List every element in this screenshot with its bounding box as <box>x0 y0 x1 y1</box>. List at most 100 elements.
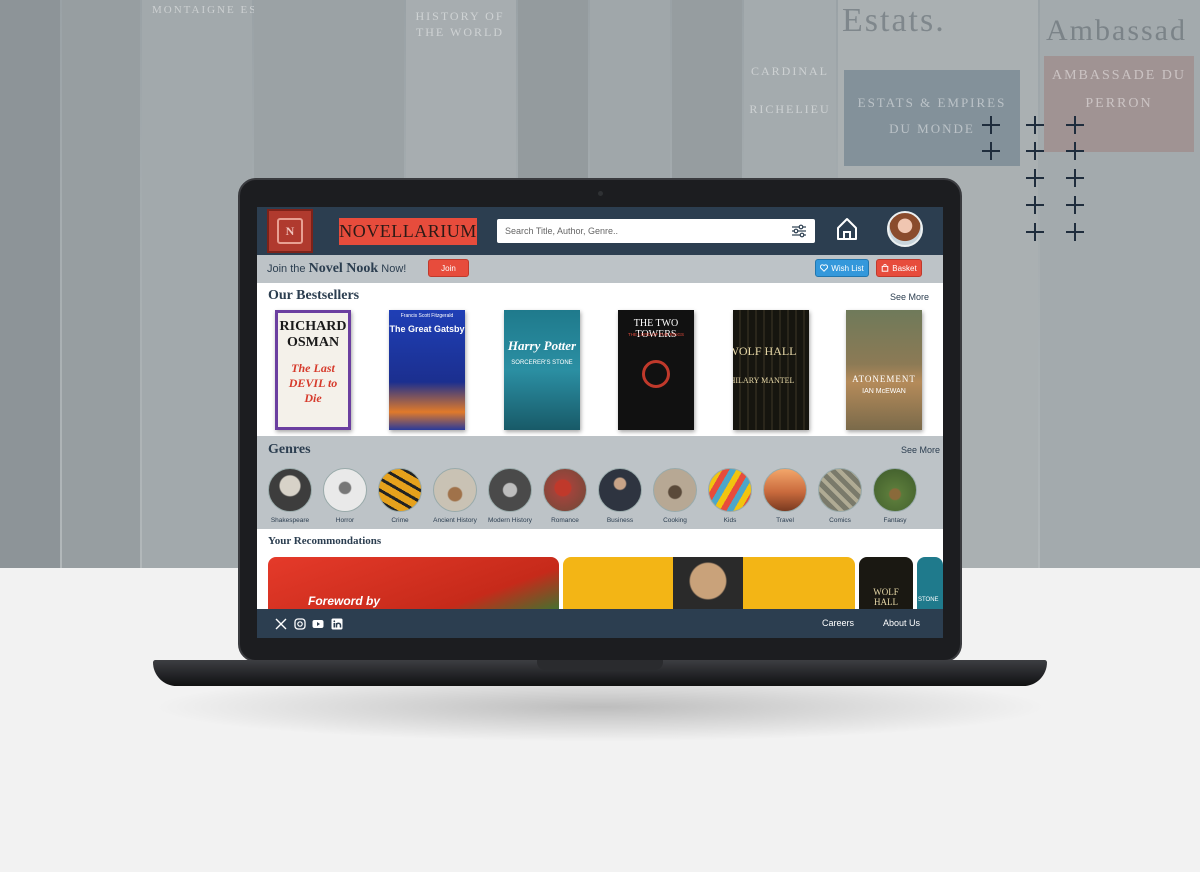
genre-item-crime[interactable]: Crime <box>377 468 423 524</box>
youtube-icon[interactable] <box>312 618 324 630</box>
plus-icon <box>1026 142 1044 160</box>
book-title: RICHARD OSMAN <box>279 319 347 350</box>
book-spine <box>62 0 140 568</box>
book-cover[interactable]: ATONEMENT IAN McEWAN <box>846 310 922 430</box>
plus-icon <box>982 116 1000 134</box>
genre-item-fantasy[interactable]: Fantasy <box>872 468 918 524</box>
recommendation-card[interactable] <box>563 557 855 617</box>
join-bar: Join the Novel Nook Now! Join Wish List … <box>257 255 943 283</box>
bestsellers-section: Our Bestsellers See More RICHARD OSMAN T… <box>257 283 943 436</box>
logo-mark: N <box>277 218 303 244</box>
genre-item-ancient-history[interactable]: Ancient History <box>432 468 478 524</box>
book-spine: Ambassad AMBASSADE DU PERRON <box>1040 0 1200 568</box>
book-cover[interactable]: RICHARD OSMAN The Last DEVIL to Die <box>275 310 351 430</box>
genre-label: Modern History <box>487 517 533 524</box>
brand-logo[interactable]: NOVELLARIUM <box>339 218 477 245</box>
basket-button[interactable]: Basket <box>876 259 922 277</box>
basket-label: Basket <box>892 263 917 273</box>
plus-icon <box>1066 223 1084 241</box>
book-subtitle: THE LORD OF THE RINGS <box>628 332 684 337</box>
plus-icon <box>1026 196 1044 214</box>
laptop-base <box>153 660 1047 686</box>
recommendations-section: Your Recommondations Foreword by WOLF HA… <box>257 529 943 617</box>
search-bar[interactable] <box>497 219 815 243</box>
filter-icon[interactable] <box>791 224 807 238</box>
genre-image <box>653 468 697 512</box>
logo-emblem-icon[interactable]: N <box>267 209 313 253</box>
recommendations-title: Your Recommondations <box>268 535 382 547</box>
wishlist-button[interactable]: Wish List <box>815 259 869 277</box>
genre-image <box>598 468 642 512</box>
genre-item-shakespeare[interactable]: Shakespeare <box>267 468 313 524</box>
genre-item-modern-history[interactable]: Modern History <box>487 468 533 524</box>
plus-icon <box>1026 223 1044 241</box>
genre-image <box>543 468 587 512</box>
novel-nook-label: Novel Nook <box>308 261 379 276</box>
book-cover[interactable]: THE TWO TOWERS THE LORD OF THE RINGS <box>618 310 694 430</box>
book-cover[interactable]: Francis Scott Fitzgerald The Great Gatsb… <box>389 310 465 430</box>
camera-icon <box>598 191 603 196</box>
book-title: The Great Gatsby <box>389 324 465 334</box>
genre-image <box>323 468 367 512</box>
spine-label: HISTORY OF THE WORLD <box>415 9 505 39</box>
book-spine <box>0 0 60 568</box>
footer: Careers About Us <box>257 609 943 638</box>
about-us-link[interactable]: About Us <box>883 618 920 628</box>
genre-label: Cooking <box>663 517 687 524</box>
join-button[interactable]: Join <box>428 259 469 277</box>
genre-label: Kids <box>723 517 737 524</box>
x-icon[interactable] <box>275 618 287 630</box>
book-spine: MONTAIGNE ESSAYS <box>142 0 293 568</box>
recommendation-card[interactable]: STONE <box>917 557 943 617</box>
plus-icon <box>1066 169 1084 187</box>
laptop-notch <box>537 660 663 670</box>
instagram-icon[interactable] <box>294 618 306 630</box>
genre-image <box>378 468 422 512</box>
plus-icon <box>1026 116 1044 134</box>
genre-item-business[interactable]: Business <box>597 468 643 524</box>
book-author: Francis Scott Fitzgerald <box>400 313 454 319</box>
book-cover[interactable]: WOLF HALL HILARY MANTEL <box>733 310 809 430</box>
wishlist-label: Wish List <box>831 263 864 273</box>
genre-label: Crime <box>391 517 409 524</box>
careers-link[interactable]: Careers <box>822 618 854 628</box>
recommendation-card[interactable]: WOLF HALL <box>859 557 913 617</box>
genre-label: Fantasy <box>883 517 907 524</box>
book-title: ATONEMENT <box>852 374 916 384</box>
genre-item-travel[interactable]: Travel <box>762 468 808 524</box>
genre-item-romance[interactable]: Romance <box>542 468 588 524</box>
home-icon[interactable] <box>836 217 858 241</box>
bestsellers-title: Our Bestsellers <box>268 288 360 303</box>
genres-title: Genres <box>268 442 311 457</box>
genre-item-cooking[interactable]: Cooking <box>652 468 698 524</box>
plus-icon <box>1066 116 1084 134</box>
spine-label: MONTAIGNE ESSAYS <box>152 4 293 16</box>
genre-item-kids[interactable]: Kids <box>707 468 753 524</box>
book-subtitle: SORCERER'S STONE <box>511 360 573 366</box>
user-avatar[interactable] <box>887 211 923 247</box>
genre-label: Romance <box>551 517 579 524</box>
spine-label: Ambassad <box>1046 14 1187 47</box>
book-cover[interactable]: Harry Potter SORCERER'S STONE <box>504 310 580 430</box>
recommendation-card[interactable]: Foreword by <box>268 557 559 617</box>
genres-see-more-link[interactable]: See More <box>901 445 940 455</box>
genre-item-horror[interactable]: Horror <box>322 468 368 524</box>
plus-icon <box>1026 169 1044 187</box>
topbar: N NOVELLARIUM <box>257 207 943 255</box>
genre-image <box>873 468 917 512</box>
linkedin-icon[interactable] <box>331 618 343 630</box>
recommendation-image <box>673 557 743 617</box>
genres-section: Genres See More Shakespeare Horror Crime… <box>257 436 943 529</box>
search-input[interactable] <box>505 226 791 236</box>
join-suffix: Now! <box>378 263 407 275</box>
join-promo-text: Join the Novel Nook Now! <box>267 261 406 277</box>
book-subtitle: The Last DEVIL to Die <box>288 361 338 405</box>
genre-item-comics[interactable]: Comics <box>817 468 863 524</box>
genre-image <box>268 468 312 512</box>
ring-icon <box>642 360 670 388</box>
decorative-plus-grid <box>980 114 1090 244</box>
book-author: HILARY MANTEL <box>733 376 795 385</box>
genre-label: Business <box>606 517 634 524</box>
recommendation-caption: Foreword by <box>308 594 381 608</box>
bestsellers-see-more-link[interactable]: See More <box>890 292 929 302</box>
